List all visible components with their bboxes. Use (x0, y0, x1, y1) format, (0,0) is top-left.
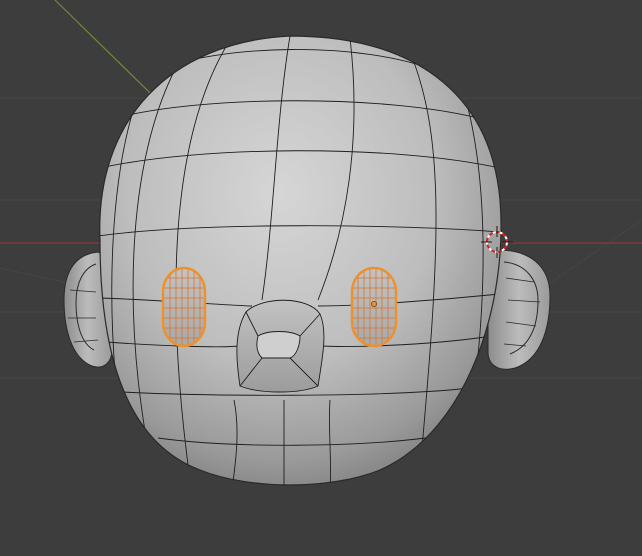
viewport-canvas[interactable] (0, 0, 642, 556)
head-mesh[interactable] (98, 35, 502, 490)
object-origin-dot[interactable] (371, 301, 377, 307)
3d-viewport[interactable] (0, 0, 642, 556)
nose[interactable] (236, 299, 325, 393)
